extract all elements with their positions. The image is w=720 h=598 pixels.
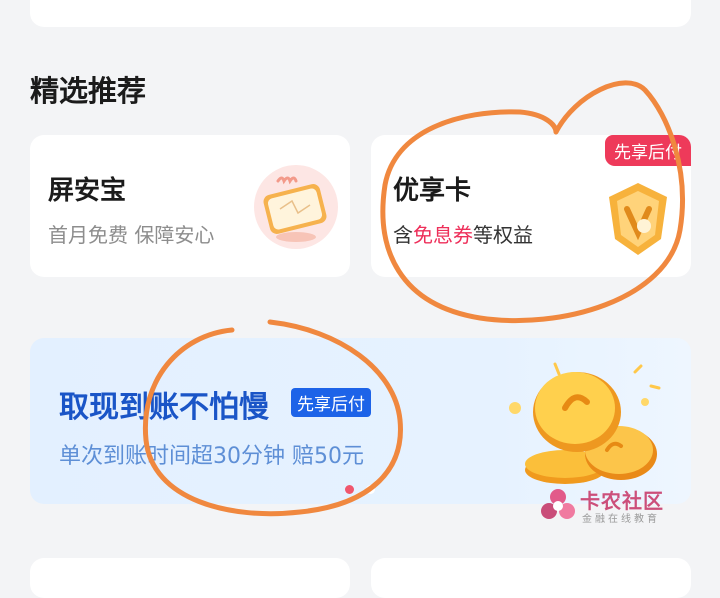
carousel-dot[interactable]: [366, 485, 375, 494]
watermark-subtitle: 金融在线教育: [582, 514, 660, 525]
product-subtitle: 首月免费 保障安心: [48, 223, 215, 247]
subtitle-highlight: 免息券: [413, 223, 473, 247]
banner-title: 取现到账不怕慢: [59, 390, 269, 425]
product-card-screen-protect[interactable]: 屏安宝 首月免费 保障安心: [30, 135, 350, 277]
vip-card-icon: [603, 179, 673, 259]
prepay-tag: 先享后付: [605, 135, 691, 166]
carousel-dot-active[interactable]: [345, 485, 354, 494]
kanong-logo-icon: [541, 489, 575, 519]
banner-subtitle: 单次到账时间超30分钟 赔50元: [59, 444, 364, 469]
gold-coins-icon: [495, 358, 675, 498]
product-subtitle: 含免息券等权益: [393, 223, 533, 247]
watermark: 卡农社区 金融在线教育: [540, 485, 690, 525]
bottom-card-right[interactable]: [371, 558, 691, 598]
screen-protect-icon: [252, 163, 340, 251]
product-card-vip[interactable]: 先享后付 优享卡 含免息券等权益: [371, 135, 691, 277]
section-title: 精选推荐: [30, 74, 147, 108]
cashout-banner[interactable]: 取现到账不怕慢 先享后付 单次到账时间超30分钟 赔50元: [30, 338, 691, 504]
banner-tag: 先享后付: [291, 388, 371, 417]
top-card[interactable]: [30, 0, 691, 27]
product-title: 优享卡: [393, 176, 472, 206]
product-title: 屏安宝: [48, 176, 127, 206]
bottom-card-left[interactable]: [30, 558, 350, 598]
